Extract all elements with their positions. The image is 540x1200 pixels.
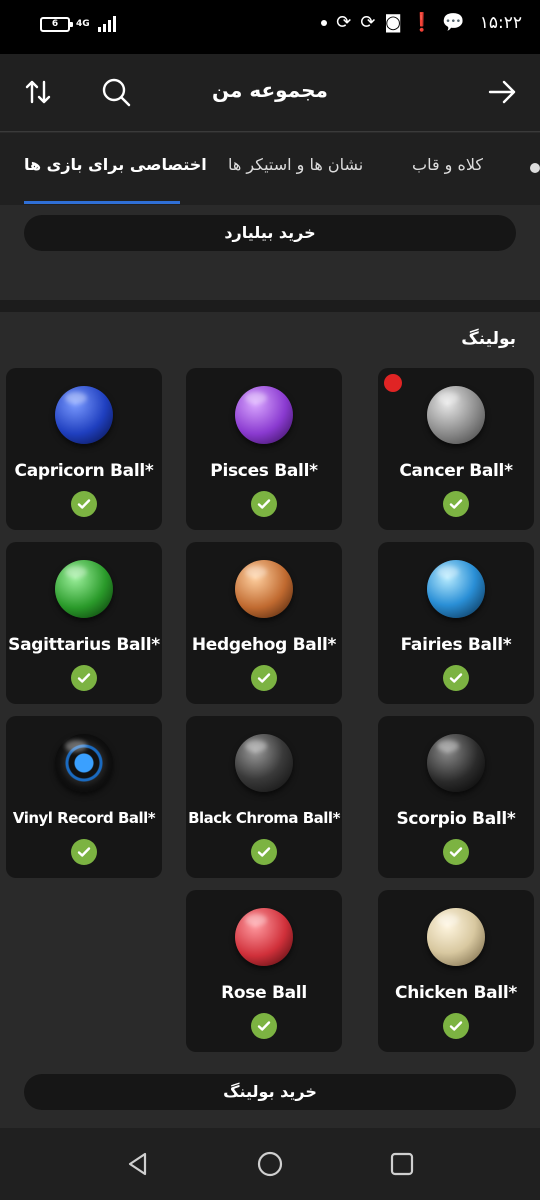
item-name: Black Chroma Ball* <box>188 809 340 827</box>
item-card-fairies[interactable]: Fairies Ball* <box>378 542 534 704</box>
sagittarius-ball-icon <box>55 560 113 618</box>
tab-active-indicator <box>24 201 180 204</box>
check-icon <box>443 491 469 517</box>
item-name: Scorpio Ball* <box>396 809 516 829</box>
scorpio-ball-icon <box>427 734 485 792</box>
item-name: Cancer Ball* <box>399 461 513 481</box>
buy-billiard-button[interactable]: خرید بیلیارد <box>24 215 516 251</box>
vinyl-record-ball-icon <box>55 734 113 792</box>
item-name: Sagittarius Ball* <box>8 635 160 655</box>
item-name: Chicken Ball* <box>395 983 517 1003</box>
item-card-black-chroma[interactable]: Black Chroma Ball* <box>186 716 342 878</box>
battery-icon: 6 <box>40 16 73 32</box>
content-area: خرید بیلیارد بولینگ Cancer Ball* Pisces … <box>0 205 540 1128</box>
item-card-rose[interactable]: Rose Ball <box>186 890 342 1052</box>
item-name: Pisces Ball* <box>210 461 318 481</box>
cancer-ball-icon <box>427 386 485 444</box>
item-card-chicken[interactable]: Chicken Ball* <box>378 890 534 1052</box>
capricorn-ball-icon <box>55 386 113 444</box>
app-bar: مجموعه من <box>0 54 540 132</box>
system-nav-bar <box>0 1128 540 1200</box>
item-card-scorpio[interactable]: Scorpio Ball* <box>378 716 534 878</box>
billiard-section: خرید بیلیارد <box>0 205 540 300</box>
clock: ۱۵:۲۲ <box>479 13 522 33</box>
tab-badges-stickers[interactable]: نشان ها و استیکر ها <box>228 155 363 174</box>
item-card-vinyl-record[interactable]: Vinyl Record Ball* <box>6 716 162 878</box>
item-name: Fairies Ball* <box>400 635 512 655</box>
bowling-section-title: بولینگ <box>461 329 516 349</box>
tab-hats-frames[interactable]: کلاه و قاب <box>412 155 483 174</box>
page-title: مجموعه من <box>212 78 328 102</box>
chicken-ball-icon <box>427 908 485 966</box>
item-card-cancer[interactable]: Cancer Ball* <box>378 368 534 530</box>
pisces-ball-icon <box>235 386 293 444</box>
check-icon <box>443 839 469 865</box>
item-name: Capricorn Ball* <box>14 461 154 481</box>
alert-icon: ❗ <box>410 12 434 33</box>
nav-home-icon[interactable] <box>254 1148 286 1180</box>
item-name: Vinyl Record Ball* <box>12 809 156 827</box>
check-icon <box>71 839 97 865</box>
notification-dot-icon <box>321 20 328 26</box>
black-chroma-ball-icon <box>235 734 293 792</box>
network-type: 4G <box>76 18 90 29</box>
signal-icon <box>98 16 116 32</box>
nav-back-icon[interactable] <box>122 1148 154 1180</box>
instagram-icon: ◙ <box>384 12 402 33</box>
check-icon <box>251 491 277 517</box>
buy-bowling-button[interactable]: خرید بولینگ <box>24 1074 516 1110</box>
status-bar: 6 4G ⟳ ⟳ ◙ ❗ 💬 ۱۵:۲۲ <box>0 0 540 54</box>
hedgehog-ball-icon <box>235 560 293 618</box>
share-icon: ⟳ <box>336 12 352 33</box>
check-icon <box>443 1013 469 1039</box>
share-icon-2: ⟳ <box>360 12 376 33</box>
check-icon <box>251 1013 277 1039</box>
tab-game-exclusive[interactable]: اختصاصی برای بازی ها <box>24 155 207 174</box>
check-icon <box>71 665 97 691</box>
nav-recents-icon[interactable] <box>386 1148 418 1180</box>
tab-bar: اختصاصی برای بازی ها نشان ها و استیکر ها… <box>0 133 540 205</box>
back-arrow-icon[interactable] <box>482 72 522 112</box>
status-left: 6 4G <box>40 16 116 32</box>
fairies-ball-icon <box>427 560 485 618</box>
item-card-capricorn[interactable]: Capricorn Ball* <box>6 368 162 530</box>
check-icon <box>251 839 277 865</box>
status-right: ⟳ ⟳ ◙ ❗ 💬 ۱۵:۲۲ <box>321 13 522 33</box>
item-card-hedgehog[interactable]: Hedgehog Ball* <box>186 542 342 704</box>
item-card-sagittarius[interactable]: Sagittarius Ball* <box>6 542 162 704</box>
item-name: Hedgehog Ball* <box>191 635 337 655</box>
message-icon: 💬 <box>442 12 465 33</box>
check-icon <box>71 491 97 517</box>
tab-overflow-indicator <box>530 163 540 173</box>
item-name: Rose Ball <box>221 983 307 1003</box>
section-divider <box>0 300 540 312</box>
rose-ball-icon <box>235 908 293 966</box>
check-icon <box>443 665 469 691</box>
new-item-dot <box>384 374 402 392</box>
check-icon <box>251 665 277 691</box>
item-card-pisces[interactable]: Pisces Ball* <box>186 368 342 530</box>
bowling-section: بولینگ Cancer Ball* Pisces Ball* Caprico… <box>0 312 540 1128</box>
